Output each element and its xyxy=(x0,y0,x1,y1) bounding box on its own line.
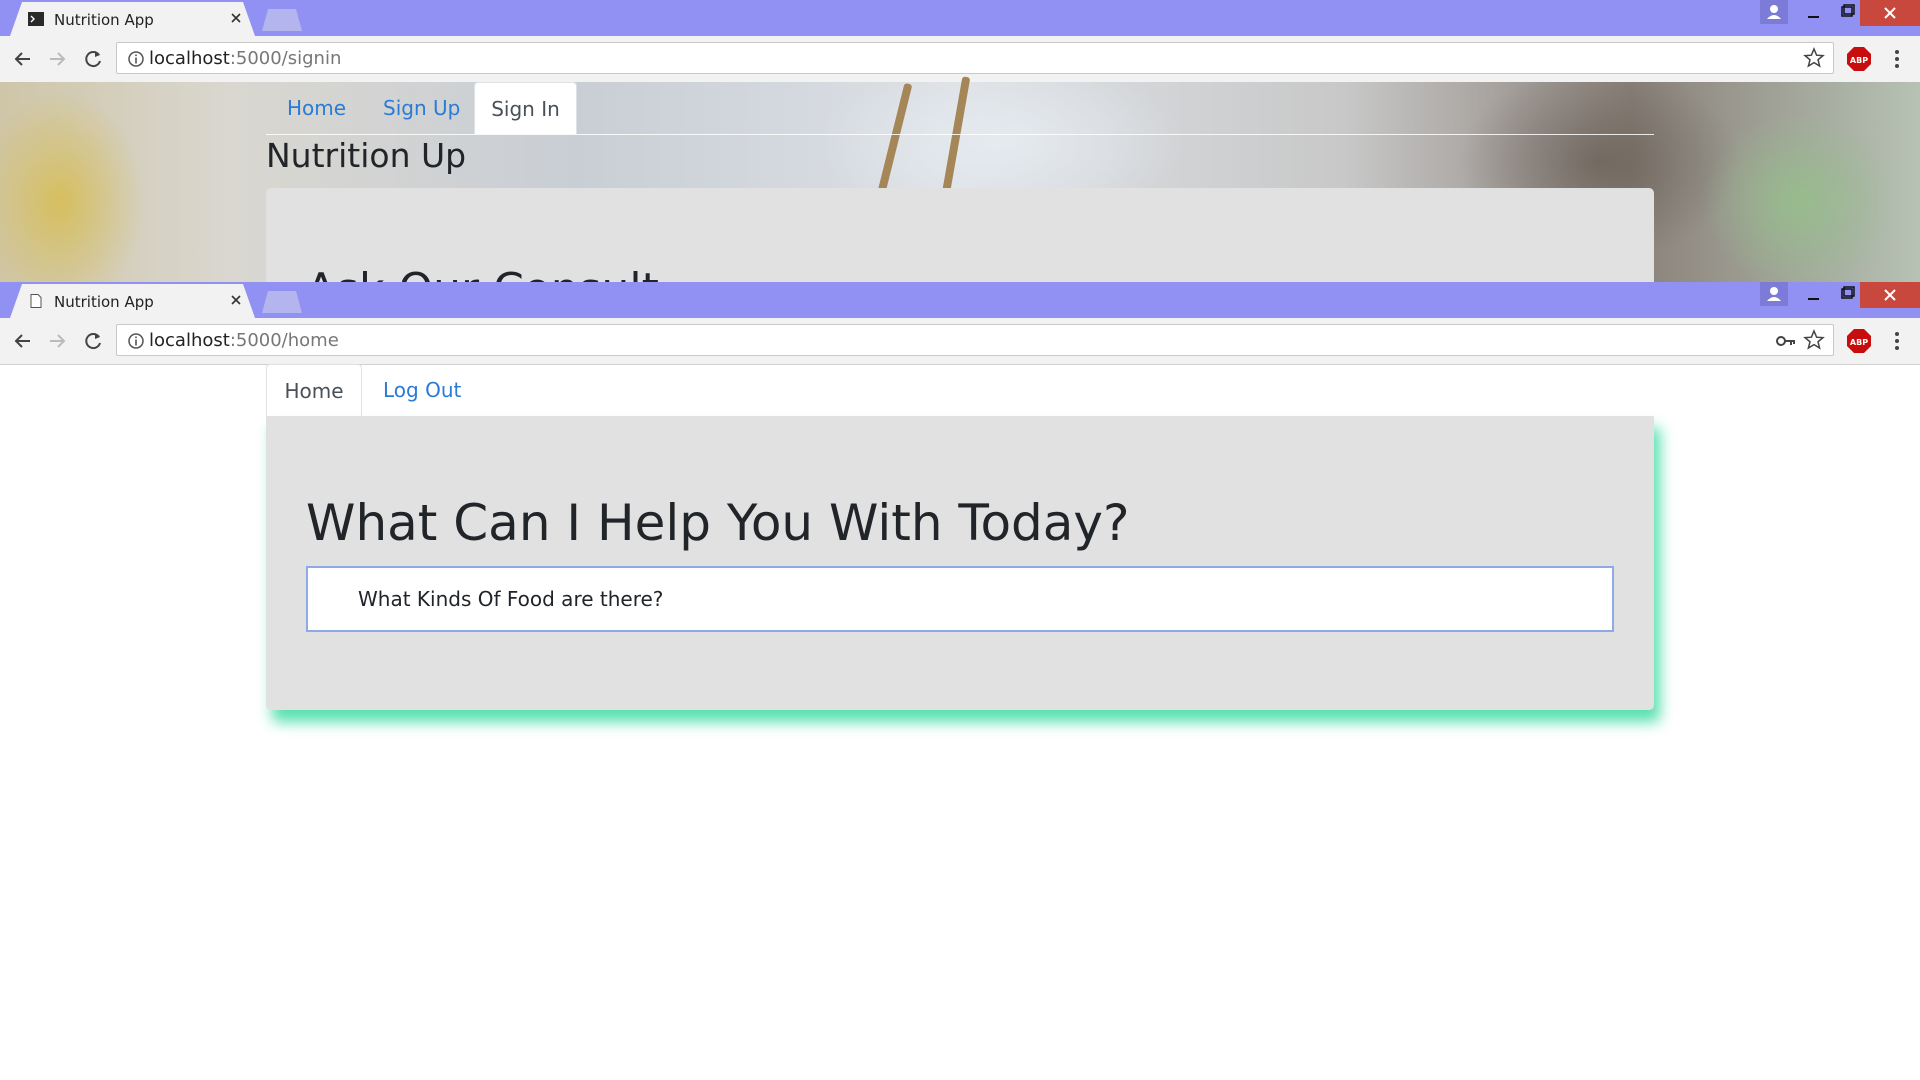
card-heading: What Can I Help You With Today? xyxy=(306,494,1130,552)
title-bar: Nutrition App xyxy=(0,0,1920,36)
reload-icon[interactable] xyxy=(82,48,104,70)
reload-icon[interactable] xyxy=(82,330,104,352)
minimize-icon[interactable] xyxy=(1796,0,1830,26)
nav-home-tab[interactable]: Home xyxy=(266,364,362,416)
card-heading: Ask Our Consult xyxy=(306,264,659,282)
maximize-icon[interactable] xyxy=(1830,282,1864,308)
minimize-icon[interactable] xyxy=(1796,282,1830,308)
nav-tabs: Home Sign Up Sign In xyxy=(266,82,1654,135)
info-icon[interactable] xyxy=(127,50,145,68)
user-icon[interactable] xyxy=(1760,282,1788,306)
close-icon[interactable] xyxy=(1860,282,1920,308)
back-arrow-icon[interactable] xyxy=(12,330,34,352)
nav-logout-link[interactable]: Log Out xyxy=(383,364,461,416)
nav-tabs: Home Log Out xyxy=(266,364,1654,416)
browser-toolbar: localhost:5000/signin ABP xyxy=(0,36,1920,83)
consult-card: Ask Our Consult xyxy=(266,188,1654,282)
url-host: localhost xyxy=(149,48,230,69)
brand-title: Nutrition Up xyxy=(266,136,467,175)
maximize-icon[interactable] xyxy=(1830,0,1864,26)
tab-title: Nutrition App xyxy=(54,293,154,311)
svg-text:ABP: ABP xyxy=(1850,338,1868,347)
info-icon[interactable] xyxy=(127,332,145,350)
browser-tab[interactable]: Nutrition App xyxy=(10,2,255,36)
user-icon[interactable] xyxy=(1760,0,1788,24)
kebab-menu-icon[interactable] xyxy=(1886,330,1908,352)
forward-arrow-icon[interactable] xyxy=(46,48,68,70)
url-text: localhost:5000/home xyxy=(149,330,339,351)
help-card: What Can I Help You With Today? xyxy=(266,416,1654,710)
svg-text:ABP: ABP xyxy=(1850,56,1868,65)
browser-window-home: Nutrition App localhost:5000/home ABP Ho… xyxy=(0,282,1920,1080)
close-icon[interactable] xyxy=(1860,0,1920,26)
back-arrow-icon[interactable] xyxy=(12,48,34,70)
kebab-menu-icon[interactable] xyxy=(1886,48,1908,70)
browser-tab[interactable]: Nutrition App xyxy=(10,284,255,318)
nav-home-link[interactable]: Home xyxy=(287,82,346,134)
query-input[interactable] xyxy=(306,566,1614,632)
browser-window-signin: Nutrition App localhost:5000/signin ABP … xyxy=(0,0,1920,282)
terminal-favicon-icon xyxy=(28,12,44,26)
tab-title: Nutrition App xyxy=(54,11,154,29)
title-bar: Nutrition App xyxy=(0,282,1920,318)
address-bar[interactable]: localhost:5000/home xyxy=(116,324,1834,356)
browser-toolbar: localhost:5000/home ABP xyxy=(0,318,1920,365)
forward-arrow-icon[interactable] xyxy=(46,330,68,352)
nav-signup-link[interactable]: Sign Up xyxy=(383,82,460,134)
star-icon[interactable] xyxy=(1803,329,1825,351)
new-tab-button[interactable] xyxy=(262,9,302,31)
star-icon[interactable] xyxy=(1803,47,1825,69)
url-host: localhost xyxy=(149,330,230,351)
url-text: localhost:5000/signin xyxy=(149,48,341,69)
key-icon[interactable] xyxy=(1775,331,1797,351)
document-favicon-icon xyxy=(30,294,42,308)
url-path: :5000/signin xyxy=(229,48,342,69)
address-bar[interactable]: localhost:5000/signin xyxy=(116,42,1834,74)
adblock-plus-icon[interactable]: ABP xyxy=(1846,328,1872,354)
nav-signin-tab[interactable]: Sign In xyxy=(474,82,577,134)
new-tab-button[interactable] xyxy=(262,291,302,313)
tab-close-icon[interactable] xyxy=(228,10,244,26)
tab-close-icon[interactable] xyxy=(228,292,244,308)
adblock-plus-icon[interactable]: ABP xyxy=(1846,46,1872,72)
url-path: :5000/home xyxy=(229,330,339,351)
